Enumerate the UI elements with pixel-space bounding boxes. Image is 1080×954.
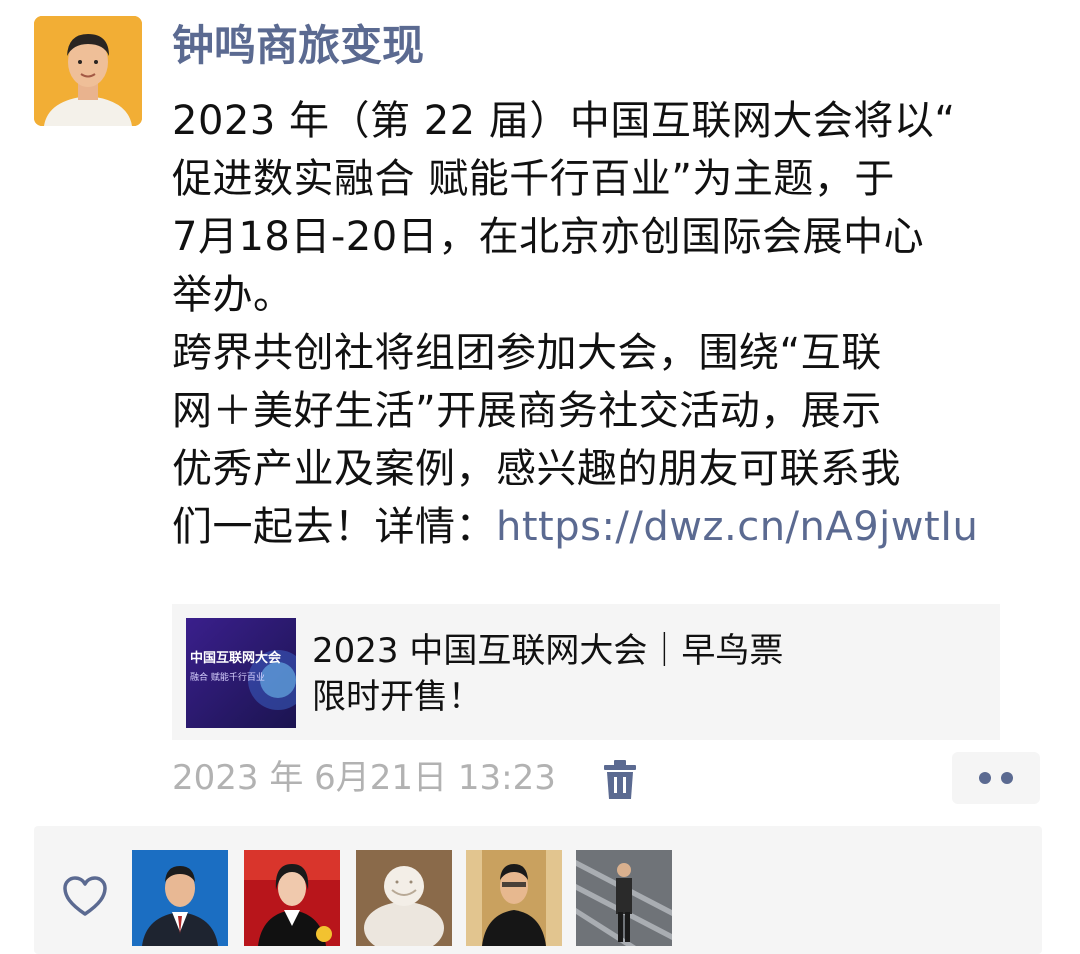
post-line: 7月18日-20日，在北京亦创国际会展中心	[172, 214, 925, 260]
post-line: 举办。	[172, 272, 294, 318]
post-line: 2023 年（第 22 届）中国互联网大会将以“	[172, 98, 956, 144]
post-body: 2023 年（第 22 届）中国互联网大会将以“ 促进数实融合 赋能千行百业”为…	[172, 92, 1052, 556]
liker-avatar[interactable]	[132, 850, 228, 946]
post-link[interactable]: https://dwz.cn/nA9jwtIu	[496, 504, 978, 550]
author-avatar[interactable]	[34, 16, 142, 126]
shared-link-card[interactable]: 中国互联网大会 融合 赋能千行百业 2023 中国互联网大会｜早鸟票 限时开售！	[172, 604, 1000, 740]
author-name[interactable]: 钟鸣商旅变现	[172, 14, 424, 78]
post-line: 促进数实融合 赋能千行百业”为主题，于	[172, 156, 895, 202]
post-line: 优秀产业及案例，感兴趣的朋友可联系我	[172, 446, 901, 492]
more-options-button[interactable]	[952, 752, 1040, 804]
post-line-text: 们一起去！详情：	[172, 504, 496, 550]
more-dots-icon	[979, 772, 1013, 784]
post-line: 网＋美好生活”开展商务社交活动，展示	[172, 388, 882, 434]
heart-icon	[62, 876, 108, 918]
card-thumbnail-image: 中国互联网大会 融合 赋能千行百业	[186, 618, 296, 728]
likes-panel	[34, 826, 1042, 954]
liker-avatar[interactable]	[356, 850, 452, 946]
liker-avatar[interactable]	[466, 850, 562, 946]
liker-avatar[interactable]	[576, 850, 672, 946]
card-thumbnail: 中国互联网大会 融合 赋能千行百业	[186, 618, 296, 728]
card-title-line: 2023 中国互联网大会｜早鸟票	[312, 631, 784, 671]
liker-avatar[interactable]	[244, 850, 340, 946]
avatar-image	[34, 16, 142, 126]
card-thumb-subtitle: 融合 赋能千行百业	[190, 671, 265, 683]
card-thumb-title: 中国互联网大会	[190, 650, 282, 666]
post-timestamp: 2023 年 6月21日 13:23	[172, 758, 556, 798]
card-title: 2023 中国互联网大会｜早鸟票 限时开售！	[312, 628, 972, 720]
post-line-last: 们一起去！详情：https://dwz.cn/nA9jwtIu	[172, 498, 1052, 556]
post-line: 跨界共创社将组团参加大会，围绕“互联	[172, 330, 882, 376]
card-title-line: 限时开售！	[312, 677, 482, 717]
trash-icon[interactable]	[602, 760, 638, 800]
